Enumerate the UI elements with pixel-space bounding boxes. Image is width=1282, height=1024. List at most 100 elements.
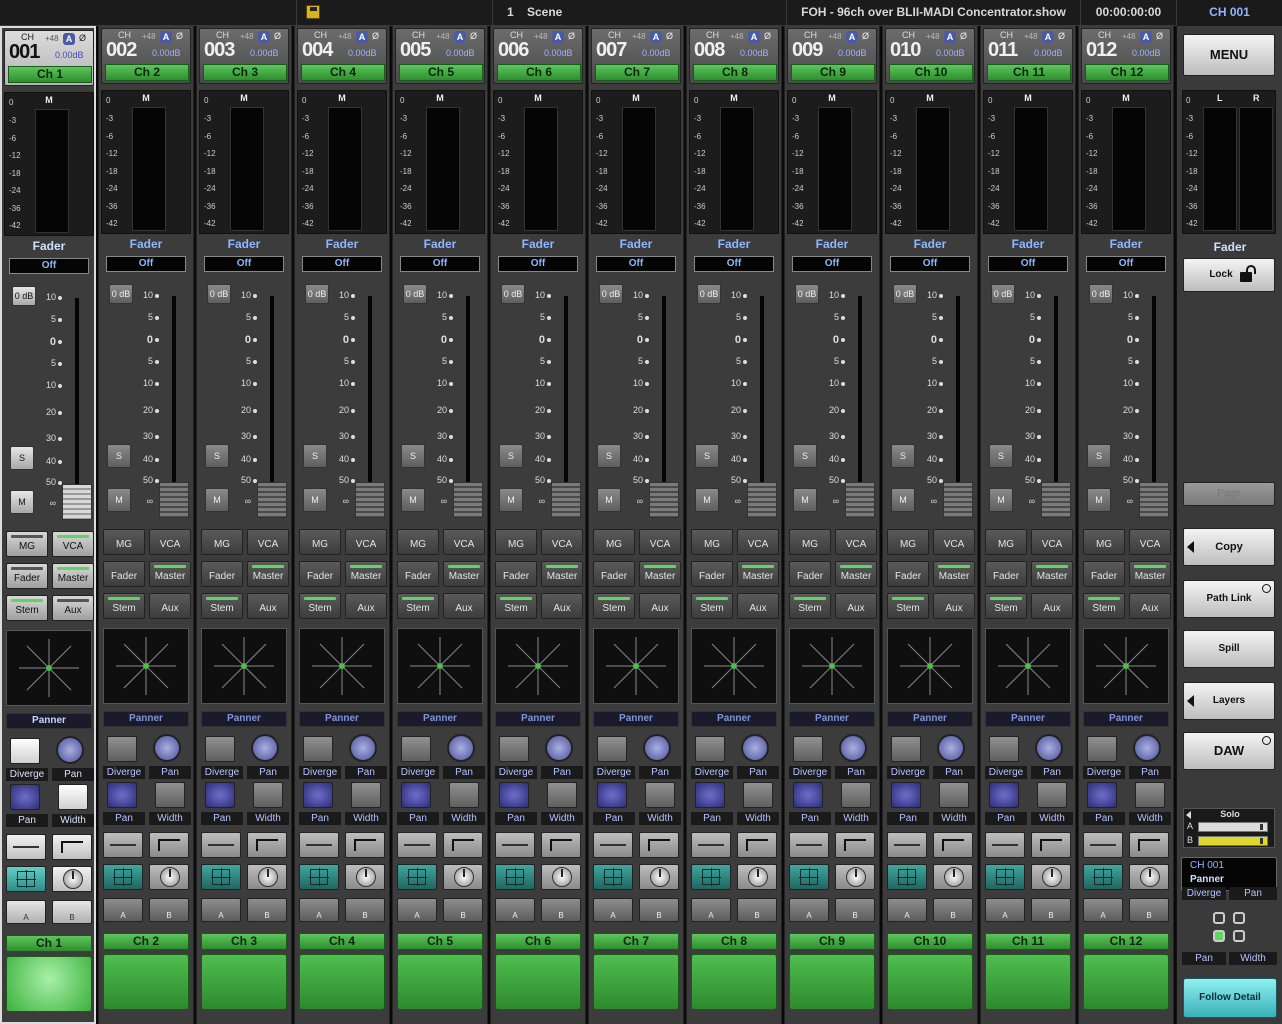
mute-button[interactable]: M — [1087, 488, 1111, 512]
panner-display[interactable] — [6, 630, 92, 706]
pan-knob[interactable] — [447, 734, 475, 762]
step-curve-icon[interactable] — [345, 832, 385, 858]
dial-icon[interactable] — [1031, 864, 1071, 890]
crosshair-icon[interactable] — [201, 864, 241, 890]
phase-icon[interactable]: Ø — [764, 31, 771, 41]
pan-knob[interactable] — [251, 734, 279, 762]
channel-header[interactable]: CH 001 +48 A Ø 0.00dB Ch 1 — [4, 30, 94, 86]
mg-assign-button[interactable]: MG — [201, 529, 243, 555]
flat-line-icon[interactable] — [593, 832, 633, 858]
mute-button[interactable]: M — [10, 490, 34, 514]
dial-icon[interactable] — [443, 864, 483, 890]
a-button[interactable]: A — [6, 900, 46, 924]
crosshair-icon[interactable] — [6, 866, 46, 892]
master-assign-button[interactable]: Master — [737, 561, 779, 587]
crosshair-icon[interactable] — [1083, 864, 1123, 890]
channel-header[interactable]: CH 002 +48 A Ø 0.00dB Ch 2 — [101, 28, 191, 84]
fader-cap[interactable] — [551, 482, 581, 518]
aux-assign-button[interactable]: Aux — [1129, 593, 1171, 619]
b-button[interactable]: B — [1031, 898, 1071, 922]
phase-icon[interactable]: Ø — [862, 31, 869, 41]
fader-mode-display[interactable]: Off — [106, 256, 186, 272]
dial-icon[interactable] — [541, 864, 581, 890]
mg-assign-button[interactable]: MG — [6, 531, 48, 557]
channel-header[interactable]: CH 008 +48 A Ø 0.00dB Ch 8 — [689, 28, 779, 84]
width-button[interactable] — [645, 782, 675, 808]
phase-icon[interactable]: Ø — [176, 31, 183, 41]
pan-knob[interactable] — [56, 736, 84, 764]
channel-header[interactable]: CH 005 +48 A Ø 0.00dB Ch 5 — [395, 28, 485, 84]
solo-b-bar[interactable] — [1198, 836, 1268, 846]
select-pad[interactable] — [887, 954, 973, 1010]
automation-badge[interactable]: A — [160, 31, 172, 43]
fader-assign-button[interactable]: Fader — [397, 561, 439, 587]
crosshair-icon[interactable] — [397, 864, 437, 890]
diverge-button[interactable] — [1087, 736, 1117, 762]
crosshair-icon[interactable] — [887, 864, 927, 890]
width-button[interactable] — [547, 782, 577, 808]
master-assign-button[interactable]: Master — [52, 563, 94, 589]
width-button[interactable] — [939, 782, 969, 808]
flat-line-icon[interactable] — [495, 832, 535, 858]
mute-button[interactable]: M — [695, 488, 719, 512]
a-button[interactable]: A — [1083, 898, 1123, 922]
a-button[interactable]: A — [103, 898, 143, 922]
aux-assign-button[interactable]: Aux — [933, 593, 975, 619]
fader-mode-display[interactable]: Off — [792, 256, 872, 272]
master-assign-button[interactable]: Master — [639, 561, 681, 587]
phase-icon[interactable]: Ø — [470, 31, 477, 41]
step-curve-icon[interactable] — [247, 832, 287, 858]
channel-header[interactable]: CH 004 +48 A Ø 0.00dB Ch 4 — [297, 28, 387, 84]
automation-badge[interactable]: A — [944, 31, 956, 43]
automation-badge[interactable]: A — [1042, 31, 1054, 43]
stem-assign-button[interactable]: Stem — [691, 593, 733, 619]
master-assign-button[interactable]: Master — [1031, 561, 1073, 587]
dial-icon[interactable] — [639, 864, 679, 890]
dial-icon[interactable] — [737, 864, 777, 890]
pan-knob[interactable] — [545, 734, 573, 762]
b-button[interactable]: B — [345, 898, 385, 922]
fader-mode-display[interactable]: Off — [400, 256, 480, 272]
automation-badge[interactable]: A — [552, 31, 564, 43]
pan-pad-button[interactable] — [303, 782, 333, 808]
aux-assign-button[interactable]: Aux — [443, 593, 485, 619]
mg-assign-button[interactable]: MG — [691, 529, 733, 555]
vca-assign-button[interactable]: VCA — [247, 529, 289, 555]
mute-button[interactable]: M — [401, 488, 425, 512]
width-button[interactable] — [1037, 782, 1067, 808]
dial-icon[interactable] — [149, 864, 189, 890]
pan-pad-button[interactable] — [989, 782, 1019, 808]
step-curve-icon[interactable] — [737, 832, 777, 858]
select-pad[interactable] — [789, 954, 875, 1010]
b-button[interactable]: B — [149, 898, 189, 922]
select-pad[interactable] — [6, 956, 92, 1012]
select-pad[interactable] — [299, 954, 385, 1010]
panner-display[interactable] — [299, 628, 385, 704]
diverge-button[interactable] — [597, 736, 627, 762]
flat-line-icon[interactable] — [887, 832, 927, 858]
mg-assign-button[interactable]: MG — [1083, 529, 1125, 555]
stem-assign-button[interactable]: Stem — [103, 593, 145, 619]
select-pad[interactable] — [397, 954, 483, 1010]
panner-display[interactable] — [103, 628, 189, 704]
lock-button[interactable]: Lock — [1183, 258, 1275, 292]
fader-mode-display[interactable]: Off — [596, 256, 676, 272]
diverge-button[interactable] — [695, 736, 725, 762]
a-button[interactable]: A — [691, 898, 731, 922]
diverge-button[interactable] — [793, 736, 823, 762]
b-button[interactable]: B — [541, 898, 581, 922]
phase-icon[interactable]: Ø — [960, 31, 967, 41]
vca-assign-button[interactable]: VCA — [933, 529, 975, 555]
mg-assign-button[interactable]: MG — [495, 529, 537, 555]
master-assign-button[interactable]: Master — [541, 561, 583, 587]
solo-button[interactable]: S — [989, 444, 1013, 468]
select-pad[interactable] — [985, 954, 1071, 1010]
diverge-button[interactable] — [891, 736, 921, 762]
dial-icon[interactable] — [52, 866, 92, 892]
crosshair-icon[interactable] — [299, 864, 339, 890]
aux-assign-button[interactable]: Aux — [835, 593, 877, 619]
save-cell[interactable] — [296, 0, 492, 26]
mg-assign-button[interactable]: MG — [887, 529, 929, 555]
mute-button[interactable]: M — [107, 488, 131, 512]
flat-line-icon[interactable] — [103, 832, 143, 858]
